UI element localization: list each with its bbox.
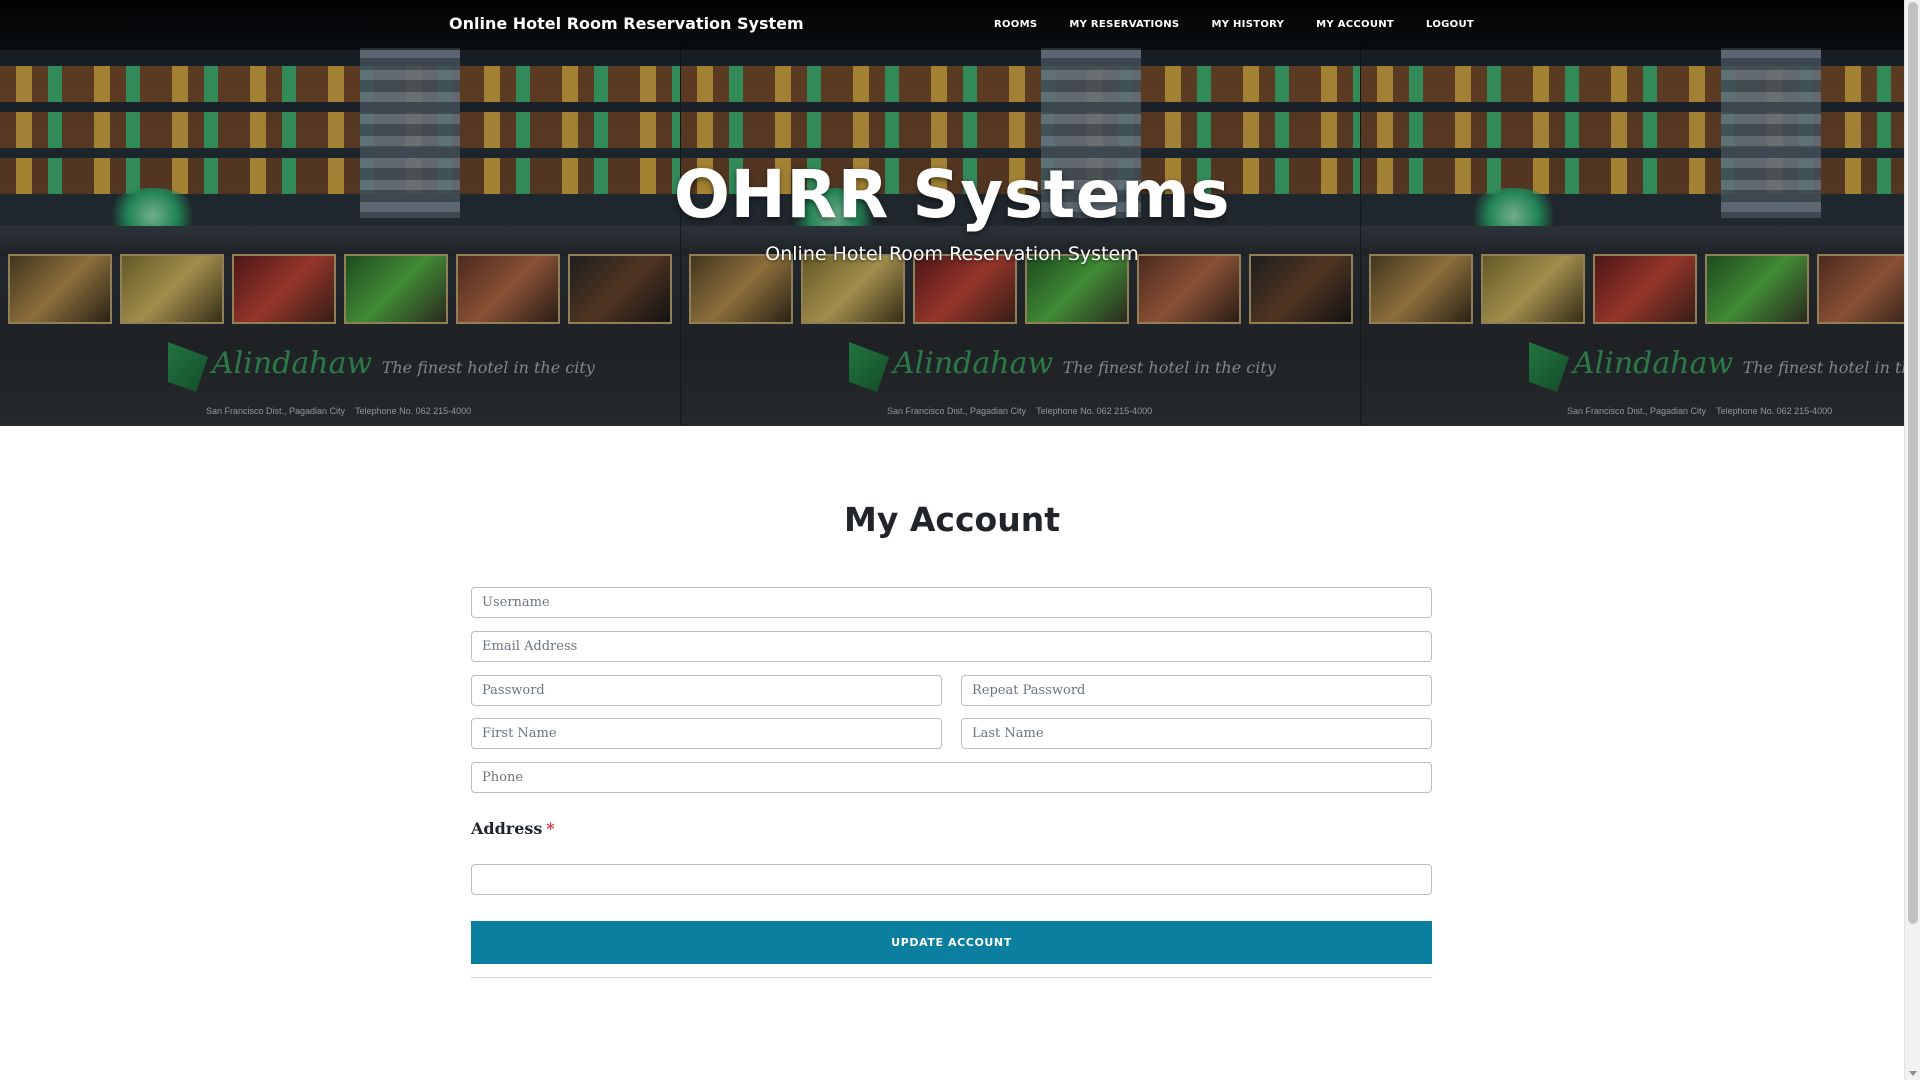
hero-subtitle: Online Hotel Room Reservation System — [765, 243, 1139, 265]
nav-links: ROOMS MY RESERVATIONS MY HISTORY MY ACCO… — [994, 19, 1506, 30]
required-marker: * — [546, 819, 555, 838]
nav-link-my-history[interactable]: MY HISTORY — [1211, 19, 1284, 30]
divider — [471, 977, 1432, 978]
address-label-text: Address — [471, 819, 543, 838]
address-field[interactable] — [471, 864, 1432, 895]
hero-banner: Alindahaw The finest hotel in the city S… — [0, 0, 1904, 426]
page-scrollbar[interactable] — [1904, 0, 1920, 1080]
last-name-field[interactable] — [961, 718, 1432, 749]
scroll-down-arrow-icon[interactable] — [1909, 1071, 1917, 1076]
nav-link-my-reservations[interactable]: MY RESERVATIONS — [1069, 19, 1179, 30]
hero-title: OHRR Systems — [673, 156, 1231, 233]
site-brand-link[interactable]: Online Hotel Room Reservation System — [449, 14, 804, 33]
repeat-password-field[interactable] — [961, 675, 1432, 706]
top-navbar: Online Hotel Room Reservation System ROO… — [0, 0, 1904, 50]
nav-link-rooms[interactable]: ROOMS — [994, 19, 1037, 30]
username-field[interactable] — [471, 587, 1432, 618]
page-title: My Account — [844, 500, 1060, 539]
address-label: Address * — [471, 819, 555, 838]
nav-link-logout[interactable]: LOGOUT — [1426, 19, 1474, 30]
scrollbar-thumb[interactable] — [1908, 2, 1918, 924]
update-account-button[interactable]: UPDATE ACCOUNT — [471, 921, 1432, 964]
first-name-field[interactable] — [471, 718, 942, 749]
password-field[interactable] — [471, 675, 942, 706]
phone-field[interactable] — [471, 762, 1432, 793]
email-field[interactable] — [471, 631, 1432, 662]
nav-link-my-account[interactable]: MY ACCOUNT — [1316, 19, 1394, 30]
